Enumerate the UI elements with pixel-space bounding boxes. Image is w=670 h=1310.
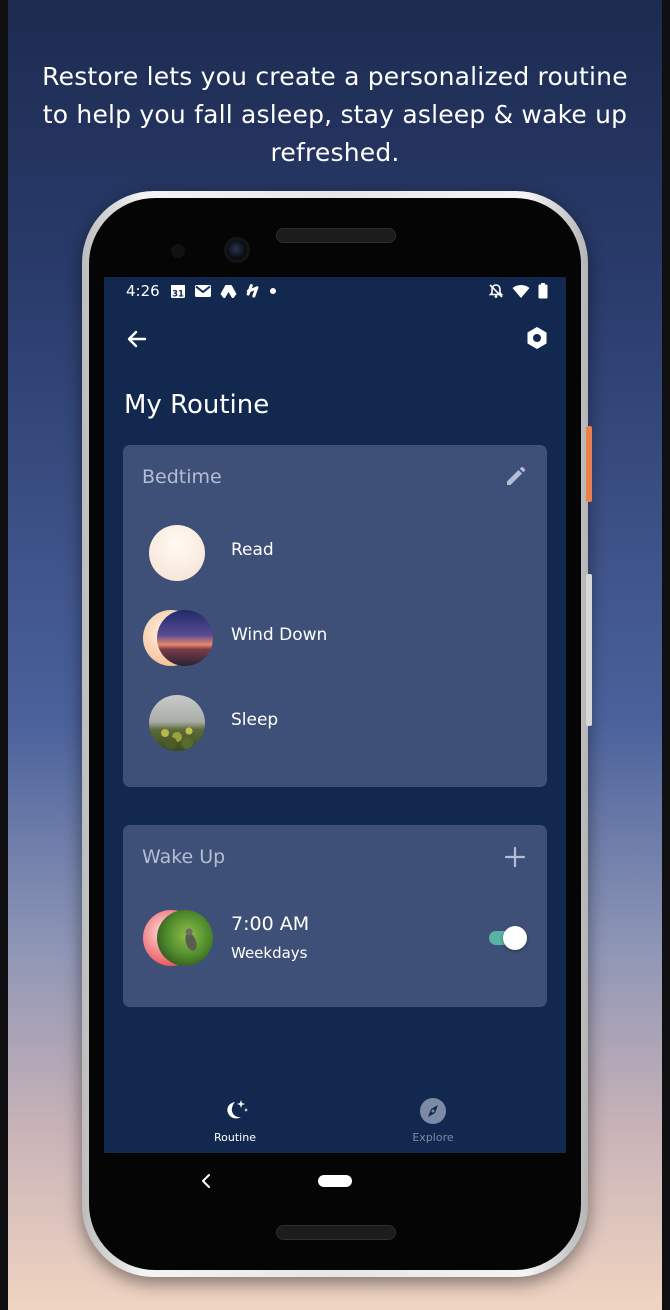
drive-icon	[220, 284, 237, 298]
bottom-speaker	[276, 1225, 396, 1240]
top-speaker	[276, 228, 396, 243]
calendar-icon: 31	[171, 285, 185, 300]
sleep-thumb-icon	[149, 695, 205, 751]
wake-up-title: Wake Up	[142, 846, 226, 868]
calendar-day: 31	[172, 290, 184, 300]
front-camera	[227, 240, 247, 260]
bottom-nav: Routine Explore	[104, 1085, 566, 1153]
alarm-time: 7:00 AM	[231, 913, 310, 935]
back-arrow-icon[interactable]	[124, 326, 150, 352]
alarm-thumb[interactable]	[141, 908, 213, 968]
alarm-days: Weekdays	[231, 944, 308, 962]
notification-icons: 31	[170, 283, 277, 299]
app-screen: 4:26 31 My Routine Bedtime Read Wind Dow…	[104, 277, 566, 1153]
routine-item-read[interactable]: Read	[147, 523, 527, 583]
toggle-knob	[503, 926, 527, 950]
routine-item-label: Wind Down	[231, 625, 328, 645]
page-title: My Routine	[124, 390, 270, 420]
settings-icon[interactable]	[524, 325, 550, 351]
system-back-icon[interactable]	[198, 1171, 214, 1191]
volume-button	[586, 574, 592, 726]
system-status-icons	[488, 283, 548, 299]
left-frame-edge	[0, 0, 8, 1310]
system-home-pill[interactable]	[318, 1175, 352, 1187]
marketing-headline: Restore lets you create a personalized r…	[42, 62, 628, 167]
bedtime-card: Bedtime Read Wind Down Sleep	[123, 445, 547, 787]
routine-item-label: Read	[231, 540, 274, 560]
wifi-icon	[512, 284, 530, 298]
gmail-icon	[195, 285, 211, 297]
battery-icon	[538, 283, 548, 299]
more-notifications-dot	[270, 288, 276, 294]
wind-down-thumb-icon	[143, 610, 213, 666]
edit-pencil-icon[interactable]	[503, 465, 527, 489]
system-nav-bar	[104, 1153, 566, 1209]
status-bar: 4:26 31	[104, 277, 566, 305]
sensor	[173, 246, 183, 256]
compass-icon	[420, 1098, 446, 1124]
read-thumb-icon	[149, 525, 205, 581]
slack-icon	[246, 284, 259, 298]
nav-item-explore[interactable]: Explore	[373, 1097, 493, 1144]
alarm-toggle[interactable]	[487, 925, 527, 951]
bedtime-title: Bedtime	[142, 466, 222, 488]
status-time: 4:26	[126, 282, 160, 300]
right-frame-edge	[662, 0, 670, 1310]
power-button	[586, 426, 592, 502]
moon-stars-icon	[227, 1100, 248, 1119]
add-plus-icon[interactable]	[503, 845, 527, 869]
routine-item-label: Sleep	[231, 710, 279, 730]
nav-label-explore: Explore	[412, 1131, 454, 1144]
routine-item-sleep[interactable]: Sleep	[147, 693, 527, 753]
routine-item-wind-down[interactable]: Wind Down	[143, 608, 527, 668]
nav-label-routine: Routine	[214, 1131, 256, 1144]
wake-up-card: Wake Up 7:00 AM Weekdays	[123, 825, 547, 1007]
wake-up-thumb-icon	[143, 910, 213, 966]
nav-item-routine[interactable]: Routine	[175, 1097, 295, 1144]
silent-alarm-icon	[488, 284, 504, 298]
